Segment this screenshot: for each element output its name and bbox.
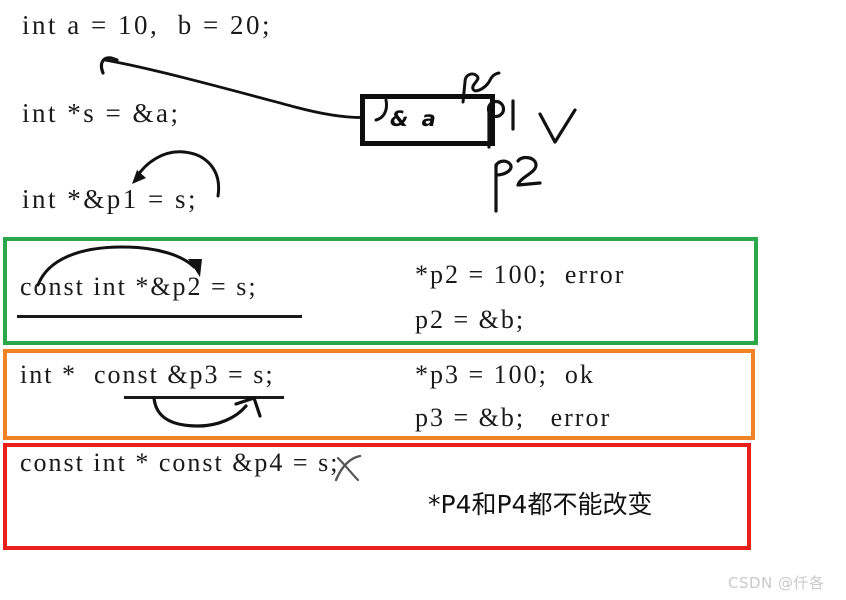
orange-box-code: int * const &p3 = s; [20,360,275,389]
orange-box-note-line-2: p3 = &b; error [415,403,612,432]
green-box-note-line-2: p2 = &b; [415,305,526,334]
code-line-declare-vars: int a = 10, b = 20; [22,10,272,40]
memory-cell-label: & a [390,107,439,131]
red-box-code: const int * const &p4 = s; [20,448,340,477]
code-line-declare-ref-p1: int *&p1 = s; [22,184,198,214]
code-line-declare-pointer: int *s = &a; [22,98,181,128]
green-box-code: const int *&p2 = s; [20,272,258,301]
csdn-watermark: CSDN @仟各 [728,574,825,592]
green-box-underline [17,315,302,318]
orange-box-underline [124,396,284,399]
green-box-note-line-1: *p2 = 100; error [415,260,626,289]
orange-box-note-line-1: *p3 = 100; ok [415,360,595,389]
screenshot-canvas: int a = 10, b = 20; int *s = &a; int *&p… [0,0,846,600]
check-mark-icon [538,108,577,144]
handwritten-p2-label [494,155,542,213]
red-box-chinese-note: *P4和P4都不能改变 [428,490,653,519]
